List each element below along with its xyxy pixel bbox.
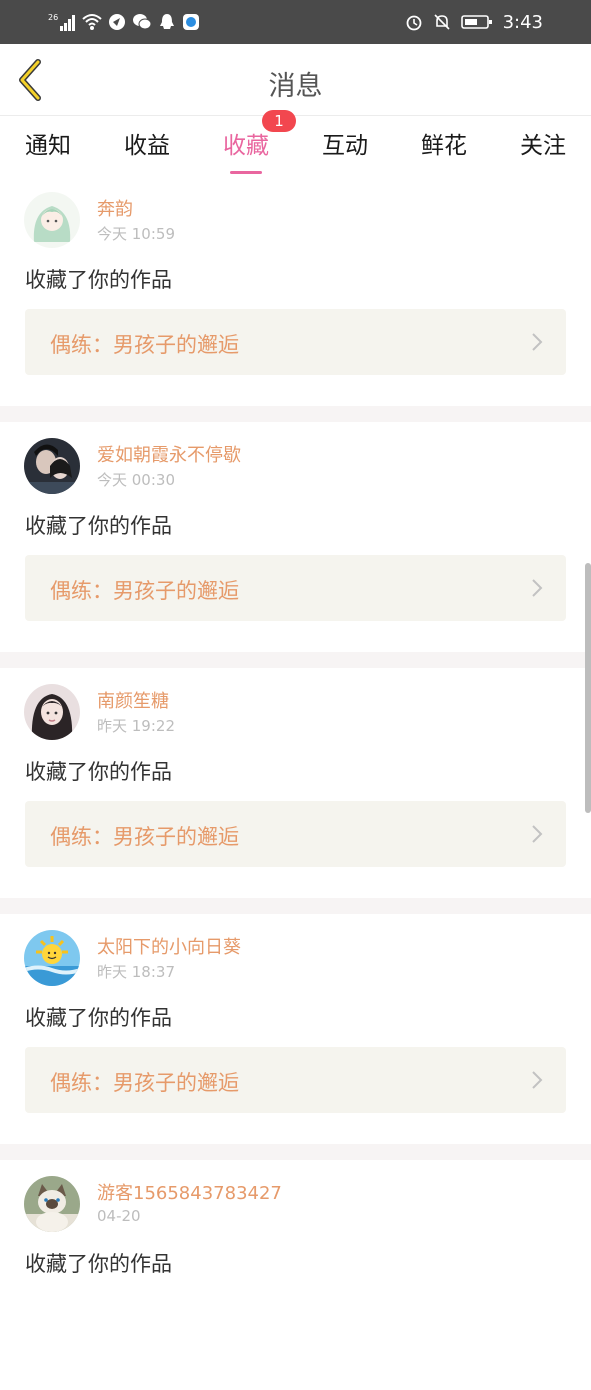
mute-icon <box>433 13 451 31</box>
cat-photo-avatar[interactable] <box>24 1176 80 1232</box>
work-link[interactable]: 偶练：男孩子的邂逅 <box>25 801 566 867</box>
active-tab-indicator <box>230 171 262 174</box>
work-link[interactable]: 偶练：男孩子的邂逅 <box>25 309 566 375</box>
clock-time: 3:43 <box>502 11 543 33</box>
tab-flowers[interactable]: 鲜花 <box>420 126 468 174</box>
chevron-right-icon <box>532 825 543 843</box>
favorite-message-item: 爱如朝霞永不停歇 今天 00:30 收藏了你的作品 偶练：男孩子的邂逅 <box>0 422 591 652</box>
action-text: 收藏了你的作品 <box>25 1006 172 1030</box>
wechat-icon <box>132 13 152 31</box>
work-title: 偶练：男孩子的邂逅 <box>50 1071 239 1095</box>
tab-follows[interactable]: 关注 <box>519 126 567 174</box>
action-text: 收藏了你的作品 <box>25 760 172 784</box>
work-link[interactable]: 偶练：男孩子的邂逅 <box>25 555 566 621</box>
qq-icon <box>158 13 176 31</box>
girl-photo-avatar[interactable] <box>24 684 80 740</box>
username[interactable]: 游客1565843783427 <box>97 1179 282 1205</box>
favorite-message-item: 奔韵 今天 10:59 收藏了你的作品 偶练：男孩子的邂逅 <box>0 176 591 406</box>
timestamp: 今天 00:30 <box>97 471 175 489</box>
username[interactable]: 奔韵 <box>97 195 133 221</box>
action-text: 收藏了你的作品 <box>25 268 172 292</box>
tab-notifications[interactable]: 通知 <box>24 126 72 174</box>
wifi-icon <box>82 13 102 31</box>
svg-text:26: 26 <box>48 13 58 22</box>
tab-favorites[interactable]: 收藏 <box>222 126 270 174</box>
app-icon <box>108 13 126 31</box>
divider <box>0 652 591 668</box>
work-title: 偶练：男孩子的邂逅 <box>50 579 239 603</box>
chevron-right-icon <box>532 333 543 351</box>
username[interactable]: 太阳下的小向日葵 <box>97 933 241 959</box>
browser-icon <box>182 13 200 31</box>
username[interactable]: 爱如朝霞永不停歇 <box>97 441 241 467</box>
sun-avatar[interactable] <box>24 930 80 986</box>
status-right: 3:43 <box>405 10 543 34</box>
status-left: 26 <box>48 10 200 34</box>
favorite-message-item: 游客1565843783427 04-20 收藏了你的作品 <box>0 1160 591 1390</box>
divider <box>0 1144 591 1160</box>
chevron-right-icon <box>532 579 543 597</box>
divider <box>0 898 591 914</box>
tab-interactions[interactable]: 互动 <box>321 126 369 174</box>
timestamp: 昨天 19:22 <box>97 717 175 735</box>
work-title: 偶练：男孩子的邂逅 <box>50 333 239 357</box>
action-text: 收藏了你的作品 <box>25 514 172 538</box>
tab-earnings[interactable]: 收益 <box>123 126 171 174</box>
header: 消息 <box>0 44 591 116</box>
timestamp: 今天 10:59 <box>97 225 175 243</box>
scrollbar[interactable] <box>585 563 591 813</box>
work-link[interactable]: 偶练：男孩子的邂逅 <box>25 1047 566 1113</box>
timestamp: 昨天 18:37 <box>97 963 175 981</box>
battery-icon <box>460 14 493 30</box>
couple-photo-avatar[interactable] <box>24 438 80 494</box>
divider <box>0 406 591 422</box>
signal-icon: 26 <box>48 12 76 32</box>
chevron-right-icon <box>532 1071 543 1089</box>
page-title: 消息 <box>268 71 323 102</box>
action-text: 收藏了你的作品 <box>25 1252 172 1276</box>
alarm-icon <box>405 13 423 31</box>
tab-bar: 通知 收益 收藏 互动 鲜花 关注 <box>0 116 591 176</box>
work-title: 偶练：男孩子的邂逅 <box>50 825 239 849</box>
timestamp: 04-20 <box>97 1207 141 1225</box>
status-bar: 26 3:43 <box>0 0 591 44</box>
anime-girl-avatar[interactable] <box>24 192 80 248</box>
favorites-badge: 1 <box>262 110 296 132</box>
username[interactable]: 南颜笙糖 <box>97 687 169 713</box>
favorite-message-item: 太阳下的小向日葵 昨天 18:37 收藏了你的作品 偶练：男孩子的邂逅 <box>0 914 591 1144</box>
favorite-message-item: 南颜笙糖 昨天 19:22 收藏了你的作品 偶练：男孩子的邂逅 <box>0 668 591 898</box>
message-feed: 奔韵 今天 10:59 收藏了你的作品 偶练：男孩子的邂逅 爱如朝霞永不停歇 今… <box>0 176 591 1390</box>
